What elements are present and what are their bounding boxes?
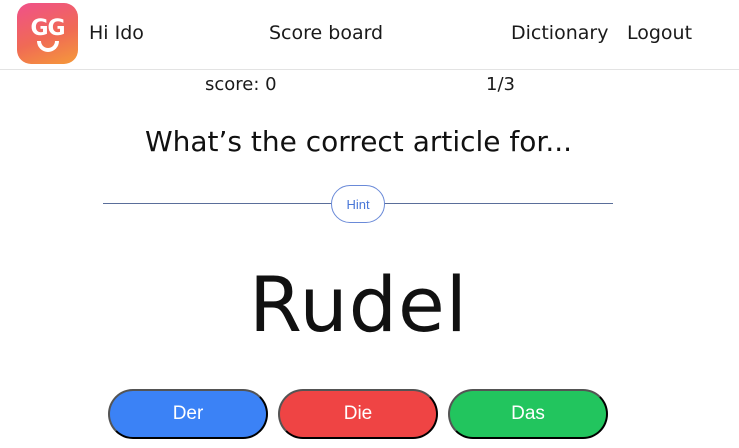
user-greeting: Hi Ido <box>89 22 144 44</box>
answer-button-die[interactable]: Die <box>278 389 438 439</box>
top-nav-bar: GG Hi Ido Score board Dictionary Logout <box>0 0 739 70</box>
question-progress: 1/3 <box>486 74 515 95</box>
nav-link-dictionary[interactable]: Dictionary <box>511 21 608 45</box>
smile-icon <box>37 41 59 52</box>
answer-button-das[interactable]: Das <box>448 389 608 439</box>
answer-button-der[interactable]: Der <box>108 389 268 439</box>
score-counter: score: 0 <box>205 74 277 95</box>
question-prompt: What’s the correct article for... <box>144 125 573 158</box>
logo-text: GG <box>30 16 65 41</box>
nav-link-scoreboard[interactable]: Score board <box>269 21 383 45</box>
quiz-word: Rudel <box>249 260 468 349</box>
app-logo[interactable]: GG <box>17 3 78 64</box>
hint-button[interactable]: Hint <box>331 185 385 223</box>
nav-link-logout[interactable]: Logout <box>627 21 692 45</box>
